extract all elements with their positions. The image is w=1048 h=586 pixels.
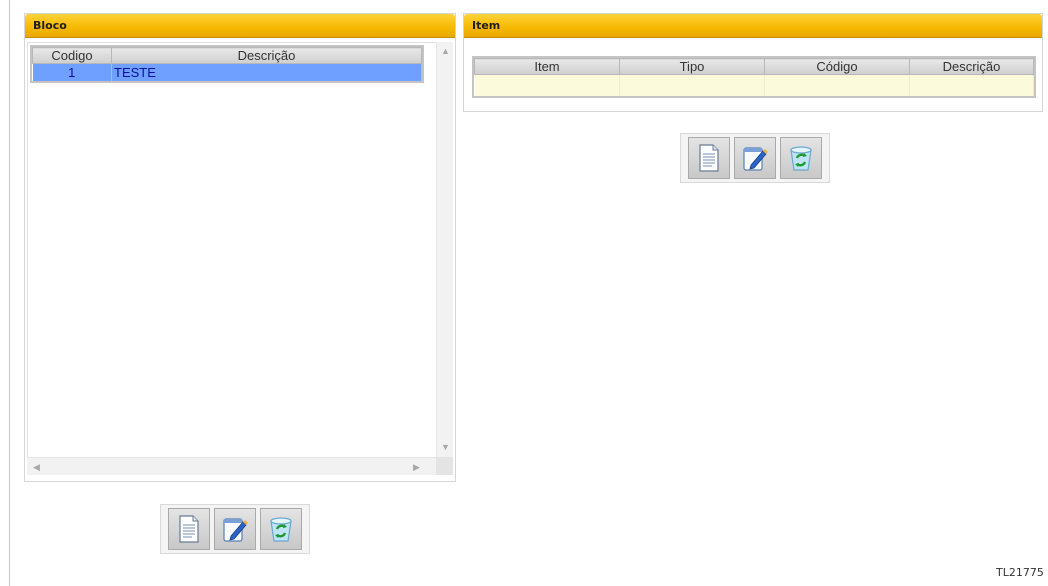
edit-icon <box>223 518 248 542</box>
bloco-vertical-scrollbar[interactable]: ▲ ▼ <box>436 42 453 457</box>
item-col-item[interactable]: Item <box>474 58 620 75</box>
scrollbar-corner <box>436 457 453 475</box>
bloco-row-descricao[interactable]: TESTE <box>111 63 422 81</box>
new-document-icon <box>699 144 719 172</box>
bloco-edit-button[interactable] <box>214 508 256 550</box>
bloco-col-descricao[interactable]: Descrição <box>111 47 422 64</box>
item-grid: Item Tipo Código Descrição <box>472 56 1036 98</box>
delete-recycle-icon <box>790 146 812 171</box>
item-col-descricao[interactable]: Descrição <box>909 58 1034 75</box>
scroll-left-icon[interactable]: ◀ <box>33 462 40 472</box>
bloco-grid: Codigo Descrição 1 TESTE <box>30 45 424 83</box>
scroll-down-icon[interactable]: ▼ <box>441 442 450 452</box>
item-panel: Item Item Tipo Código Descrição <box>463 13 1043 112</box>
table-row[interactable] <box>474 74 1034 96</box>
bloco-panel: Bloco Codigo Descrição 1 TESTE ▲ ▼ ◀ ▶ <box>24 13 456 482</box>
edit-icon <box>743 147 768 171</box>
new-document-icon <box>179 515 199 543</box>
item-empty-cell[interactable] <box>909 74 1034 96</box>
bloco-grid-area: Codigo Descrição 1 TESTE <box>27 42 437 472</box>
bloco-col-codigo[interactable]: Codigo <box>32 47 112 64</box>
item-col-tipo[interactable]: Tipo <box>619 58 765 75</box>
bloco-panel-title: Bloco <box>25 14 455 38</box>
item-col-codigo[interactable]: Código <box>764 58 910 75</box>
delete-recycle-icon <box>270 517 292 542</box>
item-edit-button[interactable] <box>734 137 776 179</box>
table-row[interactable]: 1 TESTE <box>32 63 422 81</box>
bloco-toolbar <box>160 504 310 554</box>
item-panel-title: Item <box>464 14 1042 38</box>
item-delete-button[interactable] <box>780 137 822 179</box>
bloco-new-button[interactable] <box>168 508 210 550</box>
item-empty-cell[interactable] <box>764 74 910 96</box>
screen-code: TL21775 <box>996 566 1044 579</box>
item-empty-cell[interactable] <box>474 74 620 96</box>
left-border <box>9 0 10 586</box>
bloco-horizontal-scrollbar[interactable]: ◀ ▶ <box>27 457 436 475</box>
scroll-right-icon[interactable]: ▶ <box>413 462 420 472</box>
item-toolbar <box>680 133 830 183</box>
scroll-up-icon[interactable]: ▲ <box>441 46 450 56</box>
bloco-row-codigo[interactable]: 1 <box>32 63 112 81</box>
item-new-button[interactable] <box>688 137 730 179</box>
item-empty-cell[interactable] <box>619 74 765 96</box>
bloco-delete-button[interactable] <box>260 508 302 550</box>
